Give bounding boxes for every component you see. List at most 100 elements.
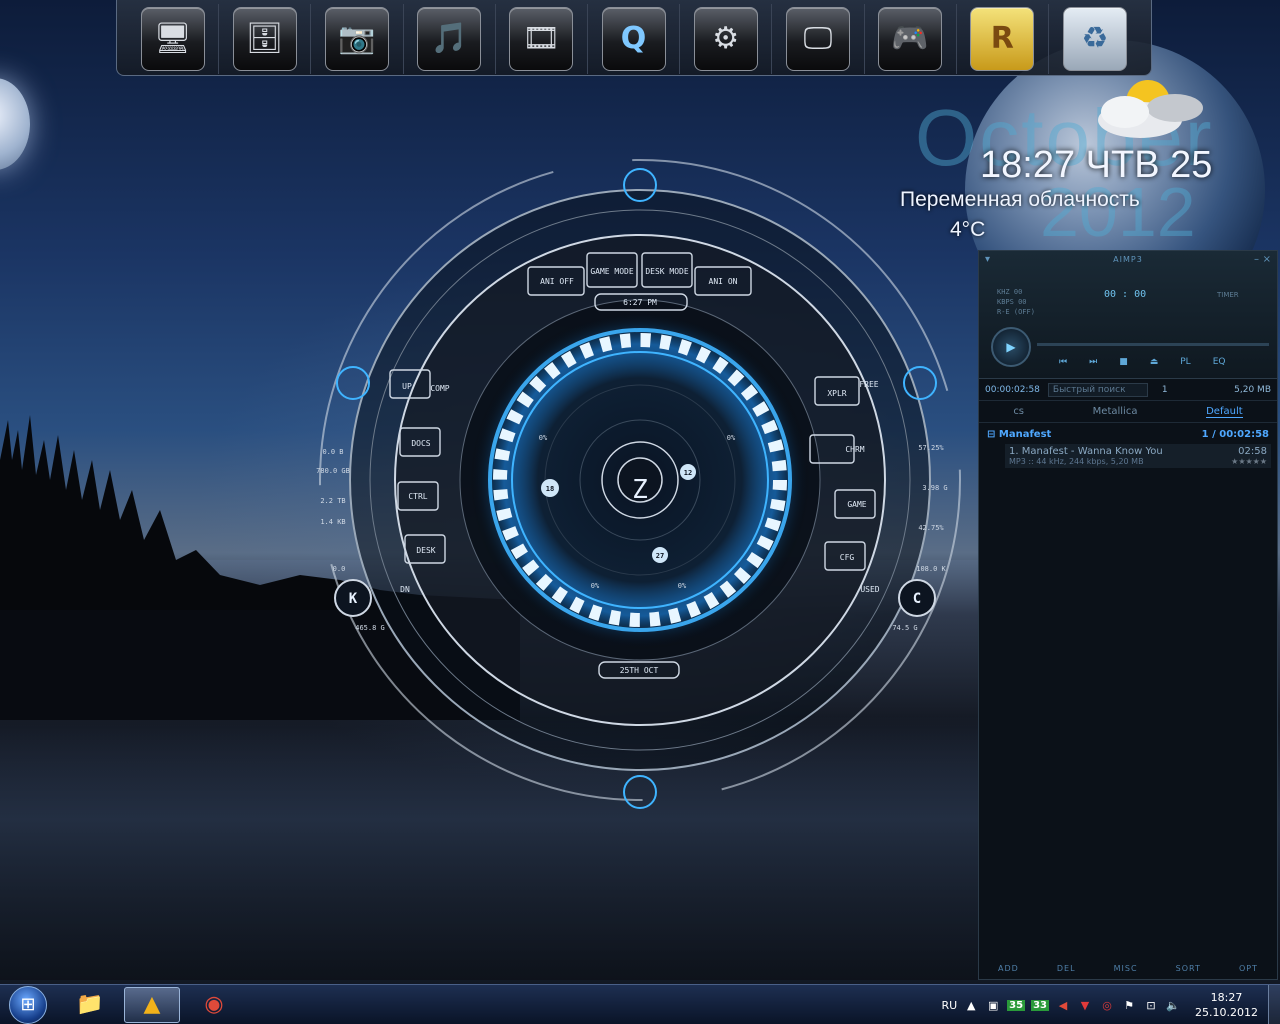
hud-xplr-button[interactable]: XPLR xyxy=(827,389,846,398)
misc-button[interactable]: MISC xyxy=(1114,964,1138,973)
hud-rainmeter-widget: ANI OFF GAME MODE DESK MODE ANI ON UP CO… xyxy=(316,159,961,809)
hud-stat: 3.98 G xyxy=(922,484,947,492)
eject-icon[interactable]: ⏏ xyxy=(1150,357,1159,367)
hud-game-button[interactable]: GAME xyxy=(847,500,866,509)
aimp-header: ▾ AIMP3 – × KHZ 00 KBPS 00 R-E (OFF) 00 … xyxy=(979,251,1277,379)
aimp-player-window: ▾ AIMP3 – × KHZ 00 KBPS 00 R-E (OFF) 00 … xyxy=(978,250,1278,980)
recycle-bin-icon[interactable]: ♻ xyxy=(1062,7,1127,71)
app-dock: 🖥 🗄 📷 🎵 🎞 Q ⚙ 🖵 🎮 R ♻ xyxy=(116,0,1152,76)
tab-cs[interactable]: cs xyxy=(1013,406,1024,417)
minimize-icon[interactable]: – xyxy=(1254,254,1259,265)
del-button[interactable]: DEL xyxy=(1057,964,1076,973)
opera-icon[interactable]: ◎ xyxy=(1099,997,1115,1013)
aimp-clock: 00 : 00 xyxy=(1104,289,1147,300)
weather-time: 18:27 ЧТВ 25 xyxy=(980,144,1213,186)
next-icon[interactable]: ⏭ xyxy=(1089,357,1097,367)
hud-ani-off-button[interactable]: ANI OFF xyxy=(540,277,574,286)
close-icon[interactable]: × xyxy=(1263,254,1271,265)
games-icon[interactable]: 🎮 xyxy=(878,7,943,71)
hud-docs-button[interactable]: DOCS xyxy=(411,439,430,448)
desktop: 🖥 🗄 📷 🎵 🎞 Q ⚙ 🖵 🎮 R ♻ October 2012 18:27… xyxy=(0,0,1280,1024)
tab-metallica[interactable]: Metallica xyxy=(1093,406,1138,417)
hud-game-mode-button[interactable]: GAME MODE xyxy=(590,267,634,276)
hud-dial-27: 27 xyxy=(656,552,664,560)
play-icon: ▶ xyxy=(1006,340,1016,354)
taskbar-aimp[interactable]: ▲ xyxy=(124,986,180,1023)
tab-default[interactable]: Default xyxy=(1206,406,1243,418)
language-indicator[interactable]: RU xyxy=(941,999,957,1012)
eq-button[interactable]: EQ xyxy=(1213,357,1226,367)
pl-button[interactable]: PL xyxy=(1180,357,1190,367)
play-button[interactable]: ▶ xyxy=(991,327,1031,367)
collapse-icon[interactable]: ⊟ xyxy=(987,429,995,440)
show-hidden-icons-icon[interactable]: ▲ xyxy=(963,997,979,1013)
seek-bar[interactable] xyxy=(1037,343,1269,346)
hud-drive-c[interactable]: C xyxy=(913,591,921,607)
track-rating[interactable]: ★★★★★ xyxy=(1231,457,1267,466)
folder-icon: 📁 xyxy=(76,992,104,1017)
taskbar-clock[interactable]: 18:27 25.10.2012 xyxy=(1195,990,1258,1020)
taskbar: ⊞ 📁 ▲ ◉ RU ▲ ▣ 35 33 ◀ ▼ ◎ ⚑ ⊡ 🔈 18:27 2… xyxy=(0,984,1280,1024)
network-icon[interactable]: ⊡ xyxy=(1143,997,1159,1013)
display-icon[interactable]: 🖵 xyxy=(785,7,850,71)
hud-used-button[interactable]: USED xyxy=(860,585,879,594)
settings-icon[interactable]: ⚙ xyxy=(693,7,758,71)
computer-icon[interactable]: 🖥 xyxy=(140,7,205,71)
hud-pct-label: 0% xyxy=(678,582,687,590)
playlist-duration: 00:00:02:58 xyxy=(985,384,1040,395)
hud-cfg-button[interactable]: CFG xyxy=(840,553,855,562)
group-info: 1 / 00:02:58 xyxy=(1201,429,1269,440)
hud-dial-18: 18 xyxy=(546,485,554,493)
hud-dial-12: 12 xyxy=(684,469,692,477)
playlist-track[interactable]: 1. Manafest - Wanna Know You 02:58 MP3 :… xyxy=(1005,444,1271,468)
winrar-icon[interactable]: R xyxy=(970,7,1035,71)
playlist-tabs: cs Metallica Default xyxy=(979,401,1277,423)
taskbar-chrome[interactable]: ◉ xyxy=(186,987,242,1023)
hud-ctrl-button[interactable]: CTRL xyxy=(408,492,427,501)
aimp-title: AIMP3 xyxy=(1113,255,1143,264)
hud-desk-mode-button[interactable]: DESK MODE xyxy=(645,267,689,276)
aimp-bottom-bar: ADD DEL MISC SORT OPT xyxy=(979,964,1277,973)
hud-ani-on-button[interactable]: ANI ON xyxy=(709,277,738,286)
movies-icon[interactable]: 🎞 xyxy=(509,7,574,71)
track-meta: MP3 :: 44 kHz, 244 kbps, 5,20 MB xyxy=(1009,457,1144,466)
antivirus-icon[interactable]: ▼ xyxy=(1077,997,1093,1013)
taskbar-explorer[interactable]: 📁 xyxy=(62,987,118,1023)
gpu-temp-badge[interactable]: 33 xyxy=(1031,999,1050,1011)
hud-date: 25TH OCT xyxy=(620,666,659,675)
hud-drive-k[interactable]: K xyxy=(349,591,358,607)
cpu-temp-badge[interactable]: 35 xyxy=(1007,999,1026,1011)
playlist-size: 5,20 MB xyxy=(1234,384,1271,395)
tray-app-icon[interactable]: ▣ xyxy=(985,997,1001,1013)
start-button[interactable]: ⊞ xyxy=(0,985,56,1024)
chrome-icon: ◉ xyxy=(204,992,224,1017)
music-icon[interactable]: 🎵 xyxy=(417,7,482,71)
hud-up-button[interactable]: UP xyxy=(402,382,412,391)
quick-search-input[interactable]: Быстрый поиск xyxy=(1047,382,1148,397)
show-desktop-button[interactable] xyxy=(1268,985,1280,1024)
hud-free-button[interactable]: FREE xyxy=(859,380,878,389)
add-button[interactable]: ADD xyxy=(998,964,1019,973)
speaker-icon[interactable]: 🔈 xyxy=(1165,997,1181,1013)
hud-chrm-button[interactable]: CHRM xyxy=(845,445,864,454)
hud-pct-label: 0% xyxy=(727,434,736,442)
hud-stat: 74.5 G xyxy=(892,624,917,632)
track-count: 1 xyxy=(1161,384,1168,395)
photos-icon[interactable]: 📷 xyxy=(324,7,389,71)
hud-dn-button[interactable]: DN xyxy=(400,585,410,594)
flag-icon[interactable]: ⚑ xyxy=(1121,997,1137,1013)
quicktime-icon[interactable]: Q xyxy=(601,7,666,71)
hud-comp-button[interactable]: COMP xyxy=(430,384,449,393)
playlist-group[interactable]: ⊟ Manafest 1 / 00:02:58 xyxy=(979,429,1277,440)
file-cabinet-icon[interactable]: 🗄 xyxy=(232,7,297,71)
system-tray: RU ▲ ▣ 35 33 ◀ ▼ ◎ ⚑ ⊡ 🔈 18:27 25.10.201… xyxy=(941,985,1280,1024)
hud-desk-button[interactable]: DESK xyxy=(416,546,435,555)
hud-pct-label: 0% xyxy=(591,582,600,590)
prev-icon[interactable]: ⏮ xyxy=(1059,357,1067,367)
aimp-timer-label[interactable]: TIMER xyxy=(1217,291,1239,299)
hud-stat: 42.75% xyxy=(918,524,944,532)
opt-button[interactable]: OPT xyxy=(1239,964,1258,973)
sort-button[interactable]: SORT xyxy=(1176,964,1201,973)
stop-icon[interactable]: ■ xyxy=(1119,357,1128,367)
volume-icon[interactable]: ◀ xyxy=(1055,997,1071,1013)
